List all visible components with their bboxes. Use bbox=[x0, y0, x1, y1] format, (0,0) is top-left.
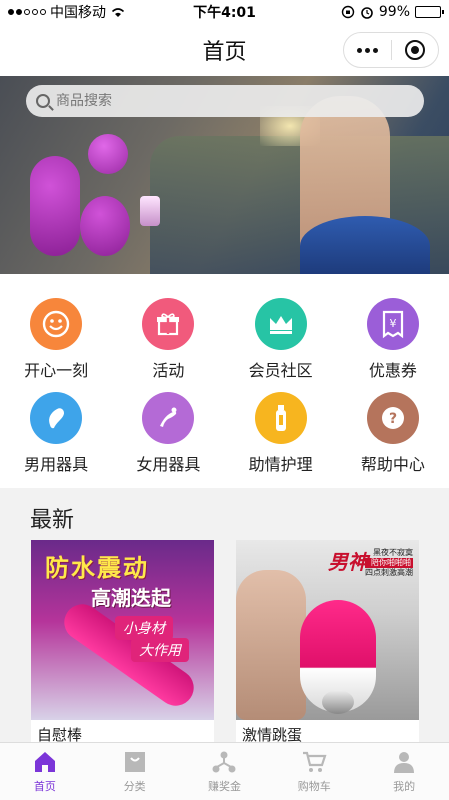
product-card[interactable]: 男神 黑夜不寂寞 陪你啪啪啪 四点刺激高潮 激情跳蛋 bbox=[236, 540, 419, 750]
tab-label: 赚奖金 bbox=[207, 779, 241, 793]
banner-product-4 bbox=[140, 196, 160, 226]
crown-icon bbox=[254, 298, 307, 350]
signal-icon bbox=[8, 9, 46, 15]
newest-section: 最新 防水震动 高潮迭起 小身材 大作用 自慰棒 男神 黑夜不寂寞 陪你啪啪啪 … bbox=[0, 488, 449, 750]
category-label: 优惠券 bbox=[368, 361, 417, 380]
tab-bar: 首页 分类 赚奖金 购物车 我的 bbox=[0, 742, 449, 800]
tab-mine[interactable]: 我的 bbox=[359, 743, 449, 800]
category-label: 会员社区 bbox=[248, 361, 313, 380]
category-grid: 开心一刻 活动 会员社区 ¥ 优惠券 男用器具 女用器具 助情护理 ? 帮助中心 bbox=[0, 274, 449, 488]
promo-subtitle: 高潮迭起 bbox=[91, 586, 171, 610]
status-right: 99% bbox=[341, 4, 444, 20]
banner-dress bbox=[300, 216, 430, 274]
category-item-care[interactable]: 助情护理 bbox=[231, 392, 331, 486]
share-icon bbox=[211, 750, 237, 774]
gift-icon bbox=[142, 298, 195, 350]
status-left: 中国移动 bbox=[8, 2, 126, 22]
product-model-shape bbox=[236, 570, 306, 720]
promo-title: 男神 bbox=[328, 550, 368, 574]
mini-program-capsule bbox=[343, 32, 439, 68]
more-button[interactable] bbox=[344, 33, 391, 67]
section-title: 最新 bbox=[30, 508, 75, 533]
category-label: 活动 bbox=[152, 361, 185, 380]
bottle-icon bbox=[254, 392, 307, 444]
promo-line: 黑夜不寂寞 bbox=[373, 548, 413, 557]
category-item-happy[interactable]: 开心一刻 bbox=[6, 298, 106, 392]
coupon-icon: ¥ bbox=[366, 298, 419, 350]
category-label: 女用器具 bbox=[136, 455, 201, 474]
category-item-help[interactable]: ? 帮助中心 bbox=[343, 392, 443, 486]
target-icon bbox=[404, 40, 425, 60]
tab-label: 分类 bbox=[123, 779, 146, 793]
close-button[interactable] bbox=[392, 33, 439, 67]
category-label: 男用器具 bbox=[24, 455, 89, 474]
banner-product-3 bbox=[80, 196, 130, 256]
tab-label: 购物车 bbox=[297, 779, 331, 793]
category-row: 开心一刻 活动 会员社区 ¥ 优惠券 bbox=[0, 298, 449, 392]
more-dots-icon bbox=[356, 47, 378, 53]
page-title: 首页 bbox=[202, 40, 247, 65]
product-card[interactable]: 防水震动 高潮迭起 小身材 大作用 自慰棒 bbox=[31, 540, 214, 750]
product-egg-cap bbox=[322, 690, 354, 714]
promo-tag: 小身材 bbox=[115, 616, 173, 640]
search-bar[interactable] bbox=[26, 85, 424, 117]
female-toy-icon bbox=[142, 392, 195, 444]
bag-icon bbox=[122, 750, 148, 774]
product-image: 男神 黑夜不寂寞 陪你啪啪啪 四点刺激高潮 bbox=[236, 540, 419, 720]
tab-label: 我的 bbox=[393, 779, 416, 793]
tab-home[interactable]: 首页 bbox=[0, 743, 90, 800]
alarm-icon bbox=[361, 7, 373, 19]
search-input[interactable] bbox=[56, 93, 416, 109]
cart-icon bbox=[301, 750, 327, 774]
promo-tag: 大作用 bbox=[131, 638, 189, 662]
home-icon bbox=[32, 750, 58, 774]
svg-text:¥: ¥ bbox=[389, 317, 396, 330]
tab-bonus[interactable]: 赚奖金 bbox=[180, 743, 270, 800]
category-item-female[interactable]: 女用器具 bbox=[118, 392, 218, 486]
smile-icon bbox=[30, 298, 83, 350]
search-icon bbox=[36, 94, 50, 108]
category-row: 男用器具 女用器具 助情护理 ? 帮助中心 bbox=[0, 392, 449, 486]
tab-label: 首页 bbox=[33, 779, 56, 793]
category-item-male[interactable]: 男用器具 bbox=[6, 392, 106, 486]
category-label: 助情护理 bbox=[248, 455, 313, 474]
help-icon: ? bbox=[366, 392, 419, 444]
promo-title: 防水震动 bbox=[45, 554, 149, 582]
wifi-icon bbox=[111, 8, 125, 17]
nav-bar: 首页 bbox=[0, 24, 449, 76]
category-item-activity[interactable]: 活动 bbox=[118, 298, 218, 392]
category-label: 开心一刻 bbox=[24, 361, 89, 380]
tab-category[interactable]: 分类 bbox=[90, 743, 180, 800]
promo-lines: 黑夜不寂寞 陪你啪啪啪 四点刺激高潮 bbox=[365, 548, 413, 578]
status-bar: 中国移动 下午4:01 99% bbox=[0, 0, 449, 24]
promo-line: 陪你啪啪啪 bbox=[365, 558, 413, 568]
category-item-member[interactable]: 会员社区 bbox=[231, 298, 331, 392]
carrier-label: 中国移动 bbox=[50, 5, 106, 21]
category-label: 帮助中心 bbox=[360, 455, 425, 474]
product-image: 防水震动 高潮迭起 小身材 大作用 bbox=[31, 540, 214, 720]
banner-product-2 bbox=[88, 134, 128, 174]
promo-line: 四点刺激高潮 bbox=[365, 568, 413, 577]
svg-text:?: ? bbox=[389, 411, 397, 427]
tab-cart[interactable]: 购物车 bbox=[269, 743, 359, 800]
banner-product-1 bbox=[30, 156, 80, 256]
category-item-coupon[interactable]: ¥ 优惠券 bbox=[343, 298, 443, 392]
battery-icon bbox=[415, 6, 444, 18]
battery-percent: 99% bbox=[378, 4, 410, 20]
male-toy-icon bbox=[30, 392, 83, 444]
orientation-lock-icon bbox=[341, 5, 355, 19]
user-icon bbox=[391, 750, 417, 774]
